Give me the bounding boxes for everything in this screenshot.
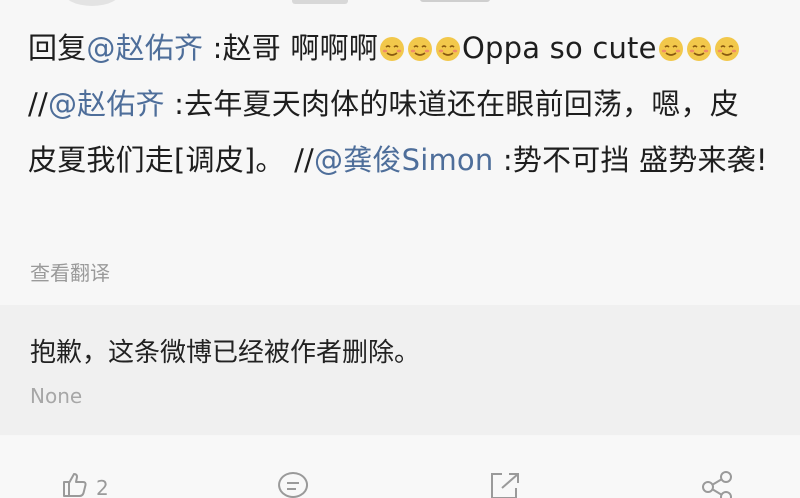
comment-button[interactable] (276, 470, 310, 498)
timestamp-cutoff (420, 0, 490, 2)
blush-emoji-icon (658, 37, 683, 61)
header-remnant (0, 0, 800, 12)
comment-text: Oppa so cute (462, 31, 657, 65)
blush-emoji-icon (686, 37, 711, 61)
comment-bubble-icon (278, 472, 309, 498)
share-icon (702, 471, 732, 498)
username-cutoff (292, 0, 348, 4)
mention-link[interactable]: @赵佑齐 (86, 31, 203, 65)
like-button[interactable]: 2 (60, 470, 109, 498)
comment-detail-screen: 回复@赵佑齐 :赵哥 啊啊啊 Oppa so cute//@赵佑齐 :去年夏天肉体… (0, 0, 800, 498)
deleted-notice: 抱歉，这条微博已经被作者删除。 (30, 338, 421, 368)
translate-link[interactable]: 查看翻译 (30, 257, 110, 286)
comment-text: :势不可挡 盛势来袭! (493, 143, 768, 177)
repost-button[interactable] (488, 470, 522, 498)
comment-body: 回复@赵佑齐 :赵哥 啊啊啊 Oppa so cute//@赵佑齐 :去年夏天肉体… (28, 20, 768, 188)
repost-icon (491, 473, 519, 498)
repost-separator: // (294, 143, 315, 177)
blush-emoji-icon (408, 37, 433, 61)
comment-text: :赵哥 啊啊啊 (203, 31, 379, 65)
action-bar: 2 (0, 436, 800, 498)
blush-emoji-icon (436, 37, 461, 61)
deleted-original-card[interactable] (0, 305, 800, 435)
mention-link[interactable]: @赵佑齐 (48, 87, 165, 121)
reply-prefix: 回复 (28, 31, 87, 65)
blush-emoji-icon (380, 37, 405, 61)
blush-emoji-icon (714, 37, 739, 61)
mention-link[interactable]: @龚俊Simon (314, 143, 493, 177)
avatar[interactable] (62, 0, 122, 6)
like-count: 2 (96, 476, 109, 498)
repost-separator: // (28, 87, 48, 121)
deleted-notice-subtext: None (30, 384, 83, 408)
thumbs-up-icon (63, 473, 87, 497)
share-button[interactable] (700, 470, 738, 498)
